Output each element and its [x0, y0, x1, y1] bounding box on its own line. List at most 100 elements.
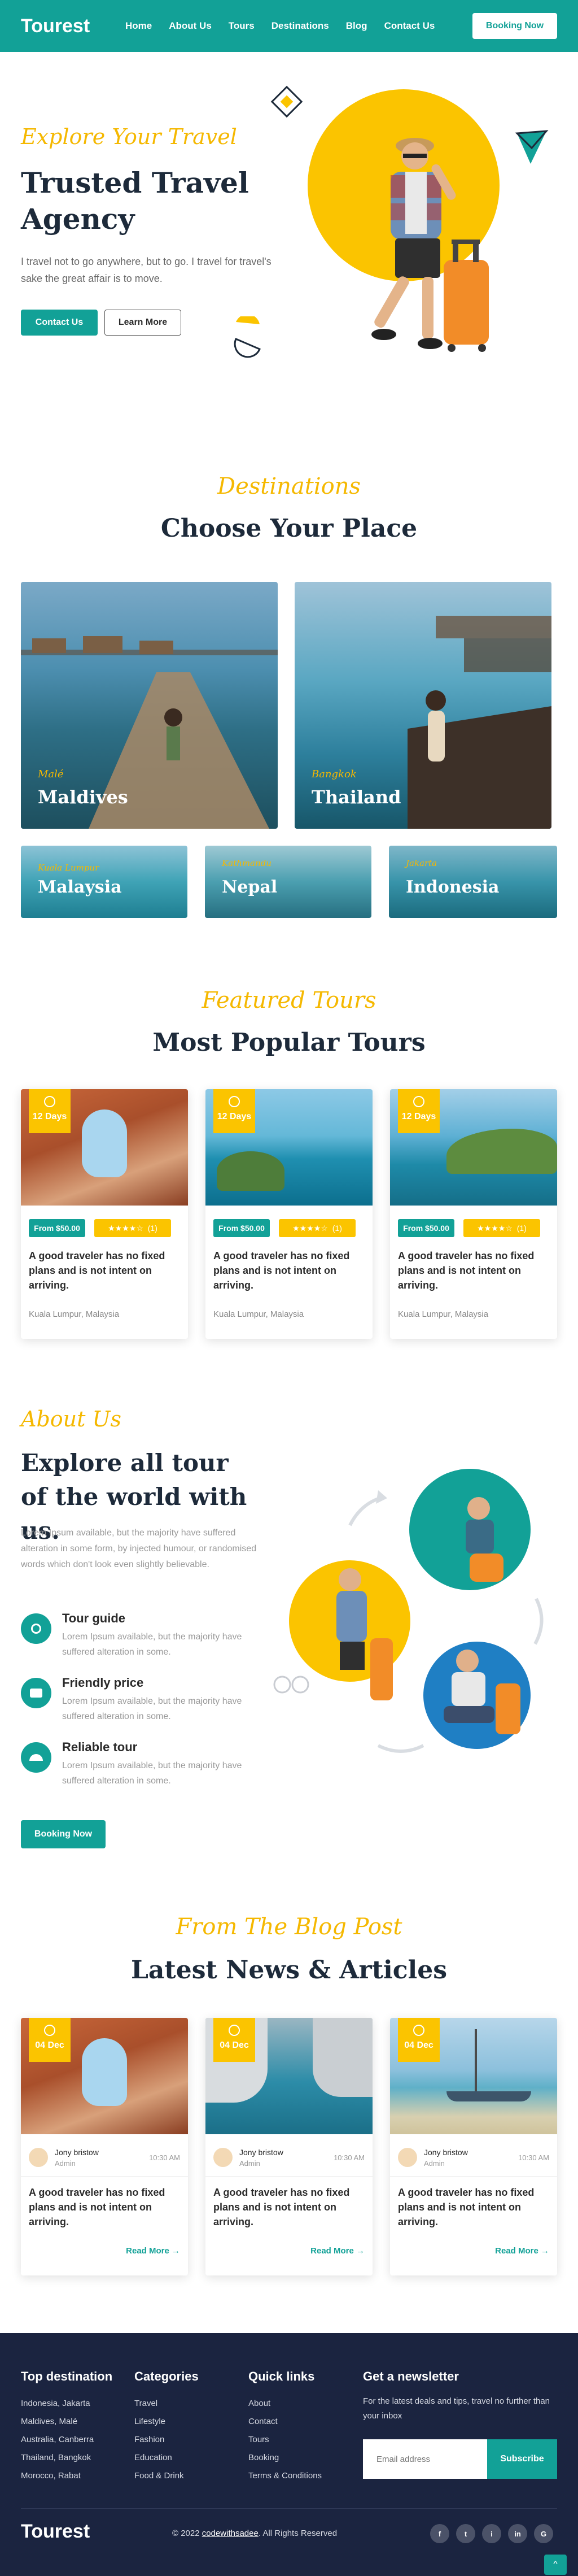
- clock-icon: [413, 1096, 424, 1107]
- card-divider: [390, 2176, 557, 2177]
- tour-duration: 12 Days: [401, 1112, 436, 1121]
- learn-more-button[interactable]: Learn More: [104, 310, 181, 336]
- destination-card-maldives[interactable]: Malé Maldives: [21, 582, 278, 829]
- blog-date-badge: 04 Dec: [29, 2018, 71, 2062]
- footer-link[interactable]: Education: [134, 2453, 172, 2462]
- nav-tours[interactable]: Tours: [229, 20, 255, 32]
- star-icon: ★★★★☆: [292, 1223, 328, 1233]
- paper-plane-decoration: [515, 130, 549, 164]
- tour-rating: ★★★★☆ (1): [463, 1219, 540, 1237]
- hero-script-heading: Explore Your Travel: [21, 124, 237, 149]
- destination-country: Indonesia: [406, 877, 500, 897]
- blog-post-title[interactable]: A good traveler has no fixed plans and i…: [29, 2185, 176, 2229]
- footer-link[interactable]: Australia, Canberra: [21, 2435, 94, 2444]
- clock-icon: [413, 2025, 424, 2036]
- star-icon: ★★★★☆: [477, 1223, 513, 1233]
- nav-blog[interactable]: Blog: [346, 20, 367, 32]
- clock-icon: [229, 1096, 240, 1107]
- footer-link[interactable]: Maldives, Malé: [21, 2417, 77, 2426]
- destination-country: Maldives: [38, 786, 128, 808]
- tour-card[interactable]: 12 Days From $50.00 ★★★★☆ (1) A good tra…: [21, 1089, 188, 1339]
- tours-title: Most Popular Tours: [152, 1028, 426, 1057]
- nav-destinations[interactable]: Destinations: [272, 20, 329, 32]
- blog-script-heading: From The Blog Post: [176, 1914, 402, 1940]
- destination-card-malaysia[interactable]: Kuala Lumpur Malaysia: [21, 846, 187, 918]
- blog-post-title[interactable]: A good traveler has no fixed plans and i…: [213, 2185, 360, 2229]
- destination-card-indonesia[interactable]: Jakarta Indonesia: [389, 846, 557, 918]
- blog-card[interactable]: 04 Dec Jony bristow Admin 10:30 AM A goo…: [21, 2018, 188, 2275]
- blog-time: 10:30 AM: [149, 2153, 180, 2162]
- back-to-top-button[interactable]: ^: [544, 2555, 567, 2575]
- newsletter-email-input[interactable]: [363, 2439, 487, 2479]
- destination-city: Kathmandu: [222, 858, 272, 868]
- contact-us-button[interactable]: Contact Us: [21, 310, 98, 336]
- destination-card-thailand[interactable]: Bangkok Thailand: [295, 582, 551, 829]
- newsletter-title: Get a newsletter: [363, 2369, 459, 2383]
- footer-link[interactable]: Travel: [134, 2399, 157, 2408]
- tour-title[interactable]: A good traveler has no fixed plans and i…: [29, 1248, 176, 1293]
- site-logo[interactable]: Tourest: [21, 15, 125, 37]
- blog-time: 10:30 AM: [334, 2153, 365, 2162]
- blog-post-title[interactable]: A good traveler has no fixed plans and i…: [398, 2185, 545, 2229]
- tour-card[interactable]: 12 Days From $50.00 ★★★★☆ (1) A good tra…: [205, 1089, 373, 1339]
- twitter-icon[interactable]: t: [456, 2524, 475, 2543]
- arrow-right-icon: →: [356, 2246, 365, 2256]
- feature-text: Lorem Ipsum available, but the majority …: [62, 1696, 242, 1721]
- author-role: Admin: [55, 2159, 76, 2168]
- read-more-link[interactable]: Read More →: [495, 2246, 549, 2256]
- about-booking-button[interactable]: Booking Now: [21, 1820, 106, 1848]
- compass-icon: [21, 1613, 51, 1644]
- half-circle-decoration: [234, 316, 261, 358]
- read-more-link[interactable]: Read More →: [126, 2246, 180, 2256]
- booking-now-button[interactable]: Booking Now: [472, 13, 557, 39]
- clock-icon: [229, 2025, 240, 2036]
- footer-logo[interactable]: Tourest: [21, 2521, 90, 2543]
- copyright-link[interactable]: codewithsadee: [202, 2529, 259, 2538]
- footer-link[interactable]: Lifestyle: [134, 2417, 165, 2426]
- tour-location: Kuala Lumpur, Malaysia: [213, 1309, 304, 1319]
- briefcase-icon: [21, 1678, 51, 1708]
- review-count: (1): [147, 1224, 157, 1233]
- footer-link[interactable]: Indonesia, Jakarta: [21, 2399, 90, 2408]
- footer-destinations-title: Top destination: [21, 2369, 113, 2383]
- footer-link[interactable]: Tours: [248, 2435, 269, 2444]
- read-more-label: Read More: [495, 2246, 538, 2256]
- author-name: Jony bristow: [239, 2148, 283, 2157]
- tour-duration-badge: 12 Days: [213, 1089, 255, 1133]
- nav-about[interactable]: About Us: [169, 20, 212, 32]
- umbrella-icon: [21, 1742, 51, 1773]
- review-count: (1): [516, 1224, 527, 1233]
- footer-link[interactable]: Fashion: [134, 2435, 164, 2444]
- tour-rating: ★★★★☆ (1): [94, 1219, 171, 1237]
- nav-home[interactable]: Home: [125, 20, 152, 32]
- instagram-icon[interactable]: i: [482, 2524, 501, 2543]
- footer-link[interactable]: Contact: [248, 2417, 278, 2426]
- tour-title[interactable]: A good traveler has no fixed plans and i…: [398, 1248, 545, 1293]
- read-more-link[interactable]: Read More →: [310, 2246, 365, 2256]
- footer-link[interactable]: Booking: [248, 2453, 279, 2462]
- facebook-icon[interactable]: f: [430, 2524, 449, 2543]
- nav-contact[interactable]: Contact Us: [384, 20, 435, 32]
- footer-link[interactable]: About: [248, 2399, 270, 2408]
- tour-card[interactable]: 12 Days From $50.00 ★★★★☆ (1) A good tra…: [390, 1089, 557, 1339]
- footer-link[interactable]: Food & Drink: [134, 2471, 184, 2481]
- author-avatar: [213, 2148, 233, 2167]
- blog-card[interactable]: 04 Dec Jony bristow Admin 10:30 AM A goo…: [390, 2018, 557, 2275]
- tour-location: Kuala Lumpur, Malaysia: [398, 1309, 489, 1319]
- blog-card[interactable]: 04 Dec Jony bristow Admin 10:30 AM A goo…: [205, 2018, 373, 2275]
- author-role: Admin: [239, 2159, 260, 2168]
- blog-title: Latest News & Articles: [130, 1956, 448, 1985]
- footer-link[interactable]: Morocco, Rabat: [21, 2471, 81, 2481]
- destination-card-nepal[interactable]: Kathmandu Nepal: [205, 846, 371, 918]
- subscribe-button[interactable]: Subscribe: [487, 2439, 557, 2479]
- read-more-label: Read More: [310, 2246, 354, 2256]
- tour-title[interactable]: A good traveler has no fixed plans and i…: [213, 1248, 360, 1293]
- feature-title: Tour guide: [62, 1611, 126, 1625]
- footer-link[interactable]: Terms & Conditions: [248, 2471, 322, 2481]
- arrow-right-icon: →: [541, 2246, 549, 2256]
- google-icon[interactable]: G: [534, 2524, 553, 2543]
- linkedin-icon[interactable]: in: [508, 2524, 527, 2543]
- author-avatar: [398, 2148, 417, 2167]
- footer-link[interactable]: Thailand, Bangkok: [21, 2453, 91, 2462]
- tour-price: From $50.00: [213, 1219, 270, 1237]
